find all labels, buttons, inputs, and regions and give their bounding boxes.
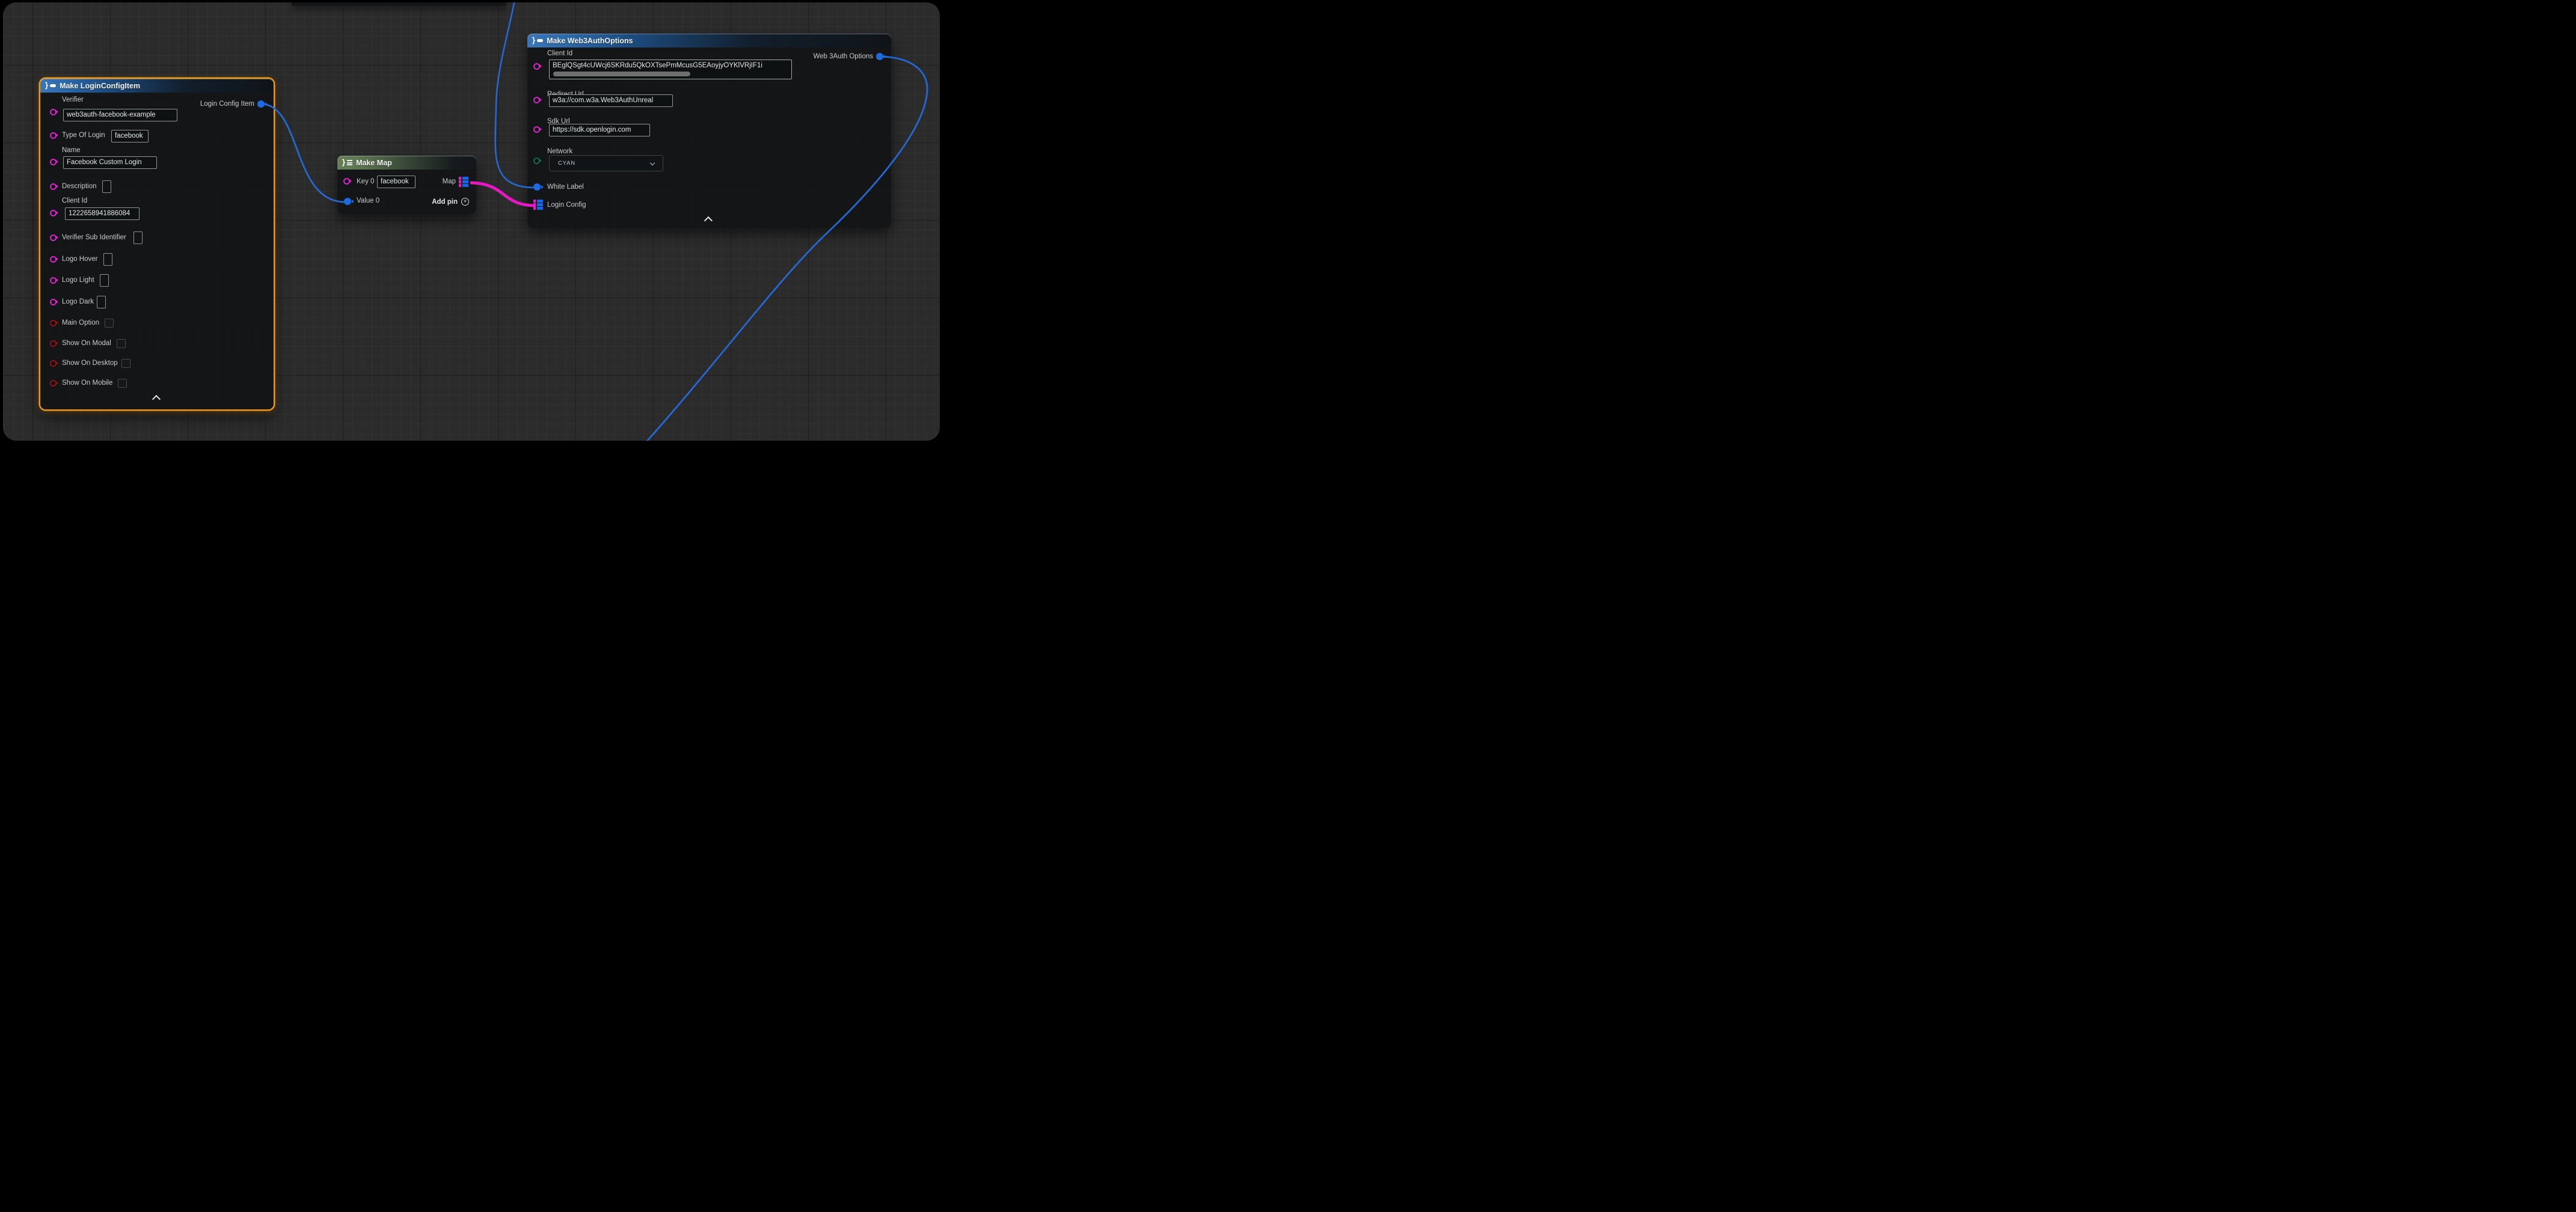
pin-label: Description (62, 183, 97, 191)
input-pin-show-on-modal[interactable] (50, 340, 57, 347)
pin-label: Verifier (62, 96, 84, 104)
add-pin-plus-icon: + (461, 198, 469, 206)
input-pin-main-option[interactable] (50, 320, 57, 326)
pin-label: Value 0 (357, 197, 379, 205)
output-pin-label: Map (443, 178, 456, 186)
node-title: Make Web3AuthOptions (547, 37, 633, 45)
client-id-scrollbar[interactable] (553, 72, 690, 76)
input-pin-name[interactable] (50, 159, 57, 165)
wire-loginconfigitem-to-value0[interactable] (261, 104, 345, 202)
input-pin-show-on-mobile[interactable] (50, 380, 57, 387)
pin-label: Login Config (547, 201, 586, 209)
pin-label: Logo Light (62, 277, 94, 284)
input-pin-login-config[interactable] (533, 200, 543, 210)
name-input[interactable]: Facebook Custom Login (63, 156, 157, 169)
pin-label: Logo Hover (62, 256, 97, 263)
pin-label: Show On Mobile (62, 379, 112, 387)
logo-hover-input[interactable] (103, 253, 112, 266)
input-pin-white-label[interactable] (533, 183, 541, 191)
input-pin-redirect-url[interactable] (533, 97, 540, 103)
redirect-url-input[interactable]: w3a://com.w3a.Web3AuthUnreal (549, 94, 673, 107)
show-on-desktop-checkbox[interactable] (121, 359, 130, 368)
output-pin-label: Login Config Item (200, 100, 254, 108)
logo-light-input[interactable] (100, 274, 109, 287)
pin-label: Name (62, 147, 81, 155)
main-option-checkbox[interactable] (105, 319, 114, 328)
collapse-node-button[interactable] (704, 216, 713, 225)
offscreen-node-edge[interactable] (291, 2, 507, 6)
pin-label: Main Option (62, 319, 99, 327)
logo-dark-input[interactable] (97, 296, 106, 308)
type-of-login-input[interactable]: facebook (111, 130, 149, 142)
description-input[interactable] (102, 180, 111, 193)
output-pin-label: Web 3Auth Options (813, 53, 873, 61)
input-pin-client-id[interactable] (50, 210, 57, 216)
input-pin-logo-dark[interactable] (50, 299, 57, 305)
pin-label: Show On Desktop (62, 360, 118, 367)
input-pin-network[interactable] (533, 158, 540, 164)
input-pin-show-on-desktop[interactable] (50, 360, 57, 367)
show-on-modal-checkbox[interactable] (117, 339, 126, 348)
node-title: Make LoginConfigItem (60, 82, 140, 90)
make-struct-icon (537, 39, 543, 42)
node-make-map[interactable]: } Make Map Key 0 facebook Map Value 0 Ad… (337, 156, 476, 214)
pin-label: Type Of Login (62, 132, 105, 139)
network-selected-value: CYAN (558, 160, 575, 167)
output-pin-login-config-item[interactable] (257, 100, 265, 108)
make-map-icon (347, 160, 352, 165)
output-pin-map[interactable] (459, 177, 468, 187)
verifier-input[interactable]: web3auth-facebook-example (63, 109, 177, 121)
input-pin-logo-light[interactable] (50, 277, 57, 284)
make-struct-icon: } (532, 36, 535, 44)
pin-label: Show On Modal (62, 340, 111, 347)
output-pin-web3auth-options[interactable] (876, 53, 883, 60)
network-dropdown[interactable]: CYAN (549, 155, 663, 171)
input-pin-value-0[interactable] (344, 198, 351, 205)
pin-label: Key 0 (357, 178, 374, 186)
sdk-url-input[interactable]: https://sdk.openlogin.com (549, 124, 650, 136)
node-title: Make Map (356, 159, 392, 167)
make-struct-icon: } (45, 81, 48, 89)
wire-map-to-loginconfig[interactable] (470, 183, 536, 206)
input-pin-sdk-url[interactable] (533, 126, 540, 133)
node-make-web3authoptions[interactable]: } Make Web3AuthOptions Web 3Auth Options… (527, 34, 891, 228)
pin-label: Verifier Sub Identifier (62, 234, 126, 242)
client-id-input[interactable]: BEglQSgt4cUWcj6SKRdu5QkOXTsePmMcusG5EAoy… (549, 60, 792, 79)
verifier-sub-identifier-input[interactable] (133, 231, 143, 244)
input-pin-key-0[interactable] (343, 178, 350, 185)
input-pin-verifier-sub-identifier[interactable] (50, 234, 57, 241)
input-pin-verifier[interactable] (50, 109, 57, 115)
input-pin-client-id[interactable] (533, 63, 540, 70)
node-make-loginconfigitem[interactable]: } Make LoginConfigItem Login Config Item… (40, 79, 274, 409)
pin-label: Client Id (547, 50, 572, 58)
show-on-mobile-checkbox[interactable] (118, 379, 127, 388)
collapse-node-button[interactable] (152, 395, 161, 403)
node-header[interactable]: } Make Map (337, 156, 476, 170)
input-pin-logo-hover[interactable] (50, 256, 57, 263)
client-id-input[interactable]: 1222658941886084 (65, 207, 140, 220)
blueprint-editor: } Make LoginConfigItem Login Config Item… (0, 0, 943, 444)
pin-label: Logo Dark (62, 298, 94, 306)
make-struct-icon (50, 84, 56, 87)
chevron-down-icon (650, 161, 655, 165)
input-pin-description[interactable] (50, 183, 57, 190)
pin-label: Client Id (62, 197, 87, 205)
input-pin-type-of-login[interactable] (50, 132, 57, 139)
make-map-icon: } (342, 158, 345, 166)
node-header[interactable]: } Make Web3AuthOptions (527, 34, 891, 47)
add-pin-button[interactable]: Add pin + (432, 198, 469, 206)
pin-label: White Label (547, 183, 584, 191)
key-0-input[interactable]: facebook (377, 176, 416, 188)
add-pin-label: Add pin (432, 198, 458, 206)
node-header[interactable]: } Make LoginConfigItem (40, 79, 274, 93)
graph-canvas[interactable]: } Make LoginConfigItem Login Config Item… (3, 2, 940, 441)
